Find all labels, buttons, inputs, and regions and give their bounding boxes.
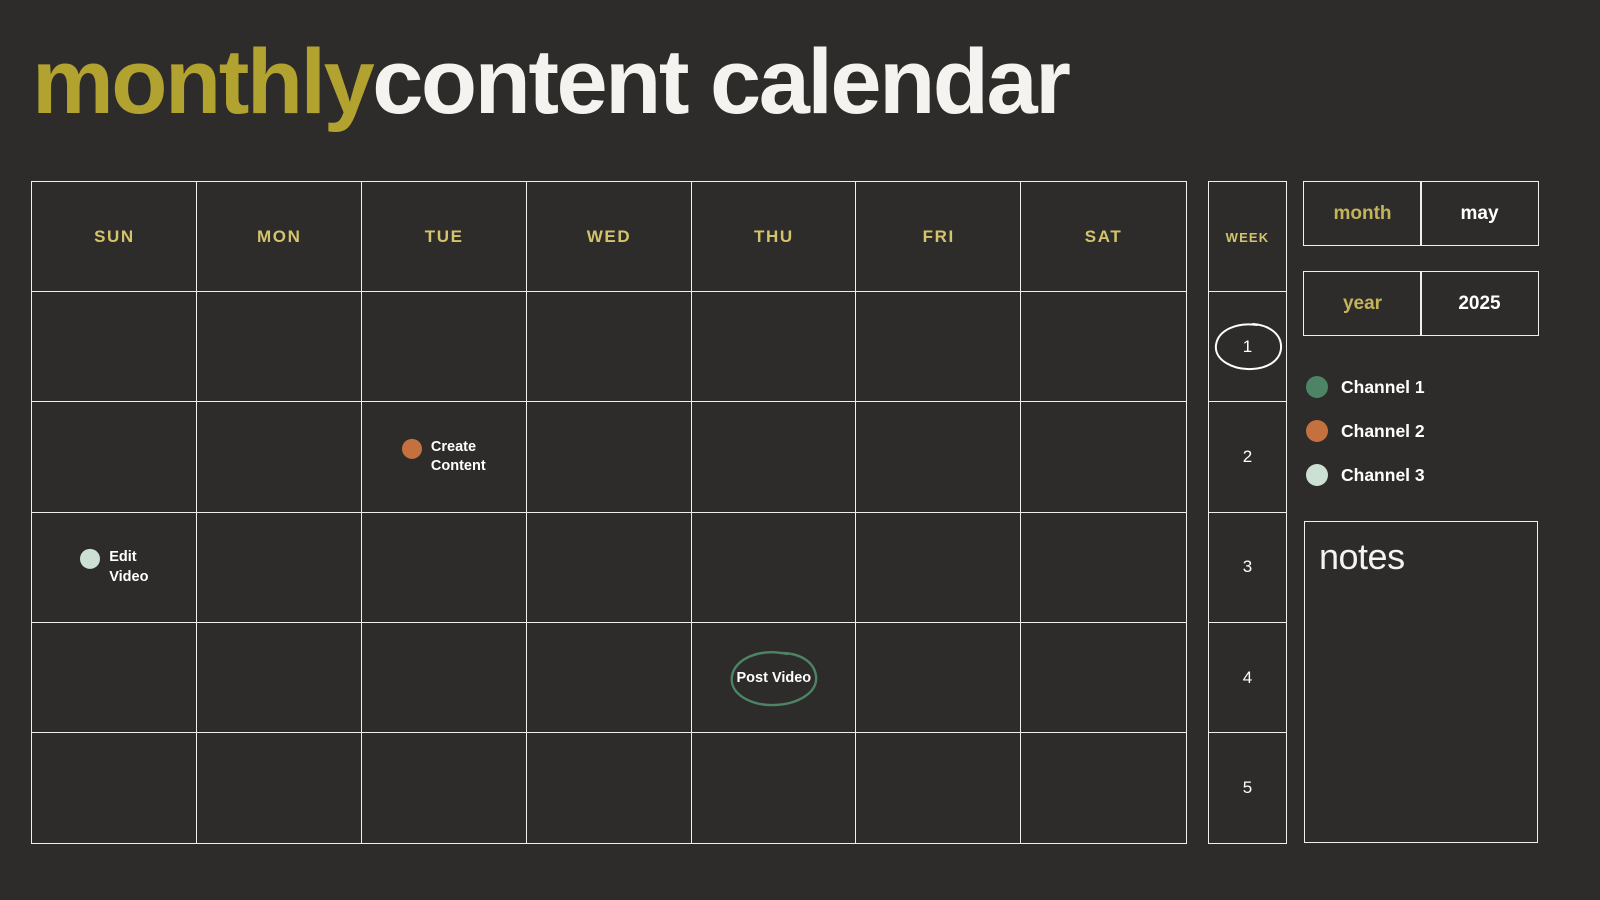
- year-field: year 2025: [1303, 271, 1539, 336]
- calendar-cell[interactable]: [196, 291, 363, 403]
- calendar-cell[interactable]: [1020, 401, 1187, 514]
- notes-title: notes: [1319, 536, 1405, 577]
- calendar-cell[interactable]: [31, 732, 198, 844]
- year-field-label: year: [1342, 292, 1383, 314]
- calendar-cell[interactable]: [196, 732, 363, 844]
- calendar-cell[interactable]: [690, 511, 858, 624]
- year-field-value: 2025: [1458, 292, 1501, 314]
- month-field-value: may: [1460, 202, 1499, 224]
- channel-dot-icon: [1306, 464, 1328, 486]
- calendar-cell[interactable]: [855, 621, 1022, 734]
- year-field-value-cell[interactable]: 2025: [1420, 271, 1539, 336]
- calendar-cell[interactable]: [196, 511, 363, 624]
- day-header-sat: SAT: [1020, 181, 1187, 293]
- calendar-cell[interactable]: [855, 291, 1022, 403]
- week-number: 3: [1242, 557, 1253, 577]
- calendar-cell[interactable]: [525, 511, 693, 624]
- calendar-cell[interactable]: Create Content: [360, 401, 528, 514]
- calendar-cell[interactable]: [855, 401, 1022, 514]
- legend-label: Channel 2: [1341, 420, 1425, 441]
- content-calendar-page: monthlycontent calendar SUN MON TUE WED …: [0, 0, 1600, 900]
- calendar-cell[interactable]: Post Video: [690, 621, 858, 734]
- week-cell-2[interactable]: 2: [1208, 401, 1287, 514]
- day-header-mon: MON: [196, 181, 363, 293]
- event-label: Post Video: [736, 669, 812, 686]
- legend-item-channel-3[interactable]: Channel 3: [1306, 464, 1425, 486]
- page-title-main: content calendar: [372, 31, 1071, 133]
- calendar-cell[interactable]: [360, 291, 528, 403]
- calendar-cell[interactable]: [196, 401, 363, 514]
- channel-dot-icon: [401, 439, 422, 460]
- week-number: 2: [1242, 447, 1253, 467]
- event-label: Edit Video: [109, 549, 149, 585]
- calendar-cell[interactable]: [31, 621, 198, 734]
- calendar-cell[interactable]: [196, 621, 363, 734]
- calendar-cell[interactable]: [855, 732, 1022, 844]
- calendar-cell[interactable]: [360, 621, 528, 734]
- calendar-cell[interactable]: [360, 511, 528, 624]
- calendar-cell[interactable]: [525, 401, 693, 514]
- calendar-cell[interactable]: [1020, 291, 1187, 403]
- calendar-cell[interactable]: [525, 291, 693, 403]
- calendar-cell[interactable]: [360, 732, 528, 844]
- week-column: WEEK 1 2 3 4 5: [1208, 181, 1287, 844]
- day-header-wed: WED: [525, 181, 693, 293]
- week-number: 4: [1242, 667, 1253, 687]
- week-cell-1[interactable]: 1: [1208, 291, 1287, 403]
- legend-item-channel-1[interactable]: Channel 1: [1306, 376, 1425, 398]
- month-field-label: month: [1333, 202, 1392, 224]
- channel-dot-icon: [1306, 420, 1328, 442]
- week-cell-5[interactable]: 5: [1208, 732, 1287, 844]
- week-cell-4[interactable]: 4: [1208, 621, 1287, 734]
- calendar-grid: SUN MON TUE WED THU FRI SAT Create Conte…: [31, 181, 1187, 844]
- calendar-cell[interactable]: [31, 291, 198, 403]
- calendar-cell[interactable]: [31, 401, 198, 514]
- week-column-header: WEEK: [1208, 181, 1287, 293]
- legend-label: Channel 3: [1341, 464, 1425, 485]
- notes-panel[interactable]: notes: [1304, 521, 1538, 843]
- event-post-video[interactable]: Post Video: [721, 642, 827, 714]
- year-field-label-cell: year: [1303, 271, 1422, 336]
- calendar-cell[interactable]: [690, 732, 858, 844]
- calendar-cell[interactable]: [1020, 511, 1187, 624]
- calendar-cell[interactable]: Edit Video: [31, 511, 198, 624]
- channel-dot-icon: [1306, 376, 1328, 398]
- channel-dot-icon: [80, 549, 101, 570]
- day-header-sun: SUN: [31, 181, 198, 293]
- calendar-cell[interactable]: [690, 401, 858, 514]
- calendar-cell[interactable]: [525, 621, 693, 734]
- legend-item-channel-2[interactable]: Channel 2: [1306, 420, 1425, 442]
- event-label: Create Content: [430, 439, 486, 475]
- calendar-cell[interactable]: [1020, 621, 1187, 734]
- page-title-accent: monthly: [32, 31, 375, 133]
- month-field-label-cell: month: [1303, 181, 1422, 246]
- week-number: 5: [1242, 777, 1253, 797]
- month-field-value-cell[interactable]: may: [1420, 181, 1539, 246]
- event-create-content[interactable]: Create Content: [401, 438, 486, 476]
- week-cell-3[interactable]: 3: [1208, 511, 1287, 624]
- calendar-cell[interactable]: [690, 291, 858, 403]
- day-header-thu: THU: [690, 181, 858, 293]
- week-number: 1: [1242, 337, 1253, 357]
- day-header-tue: TUE: [360, 181, 528, 293]
- calendar-cell[interactable]: [855, 511, 1022, 624]
- calendar-cell[interactable]: [525, 732, 693, 844]
- day-header-fri: FRI: [855, 181, 1022, 293]
- month-field: month may: [1303, 181, 1539, 246]
- legend-label: Channel 1: [1341, 376, 1425, 397]
- calendar-cell[interactable]: [1020, 732, 1187, 844]
- page-title: monthlycontent calendar: [32, 36, 1071, 128]
- event-edit-video[interactable]: Edit Video: [80, 548, 148, 586]
- channel-legend: Channel 1 Channel 2 Channel 3: [1306, 376, 1425, 486]
